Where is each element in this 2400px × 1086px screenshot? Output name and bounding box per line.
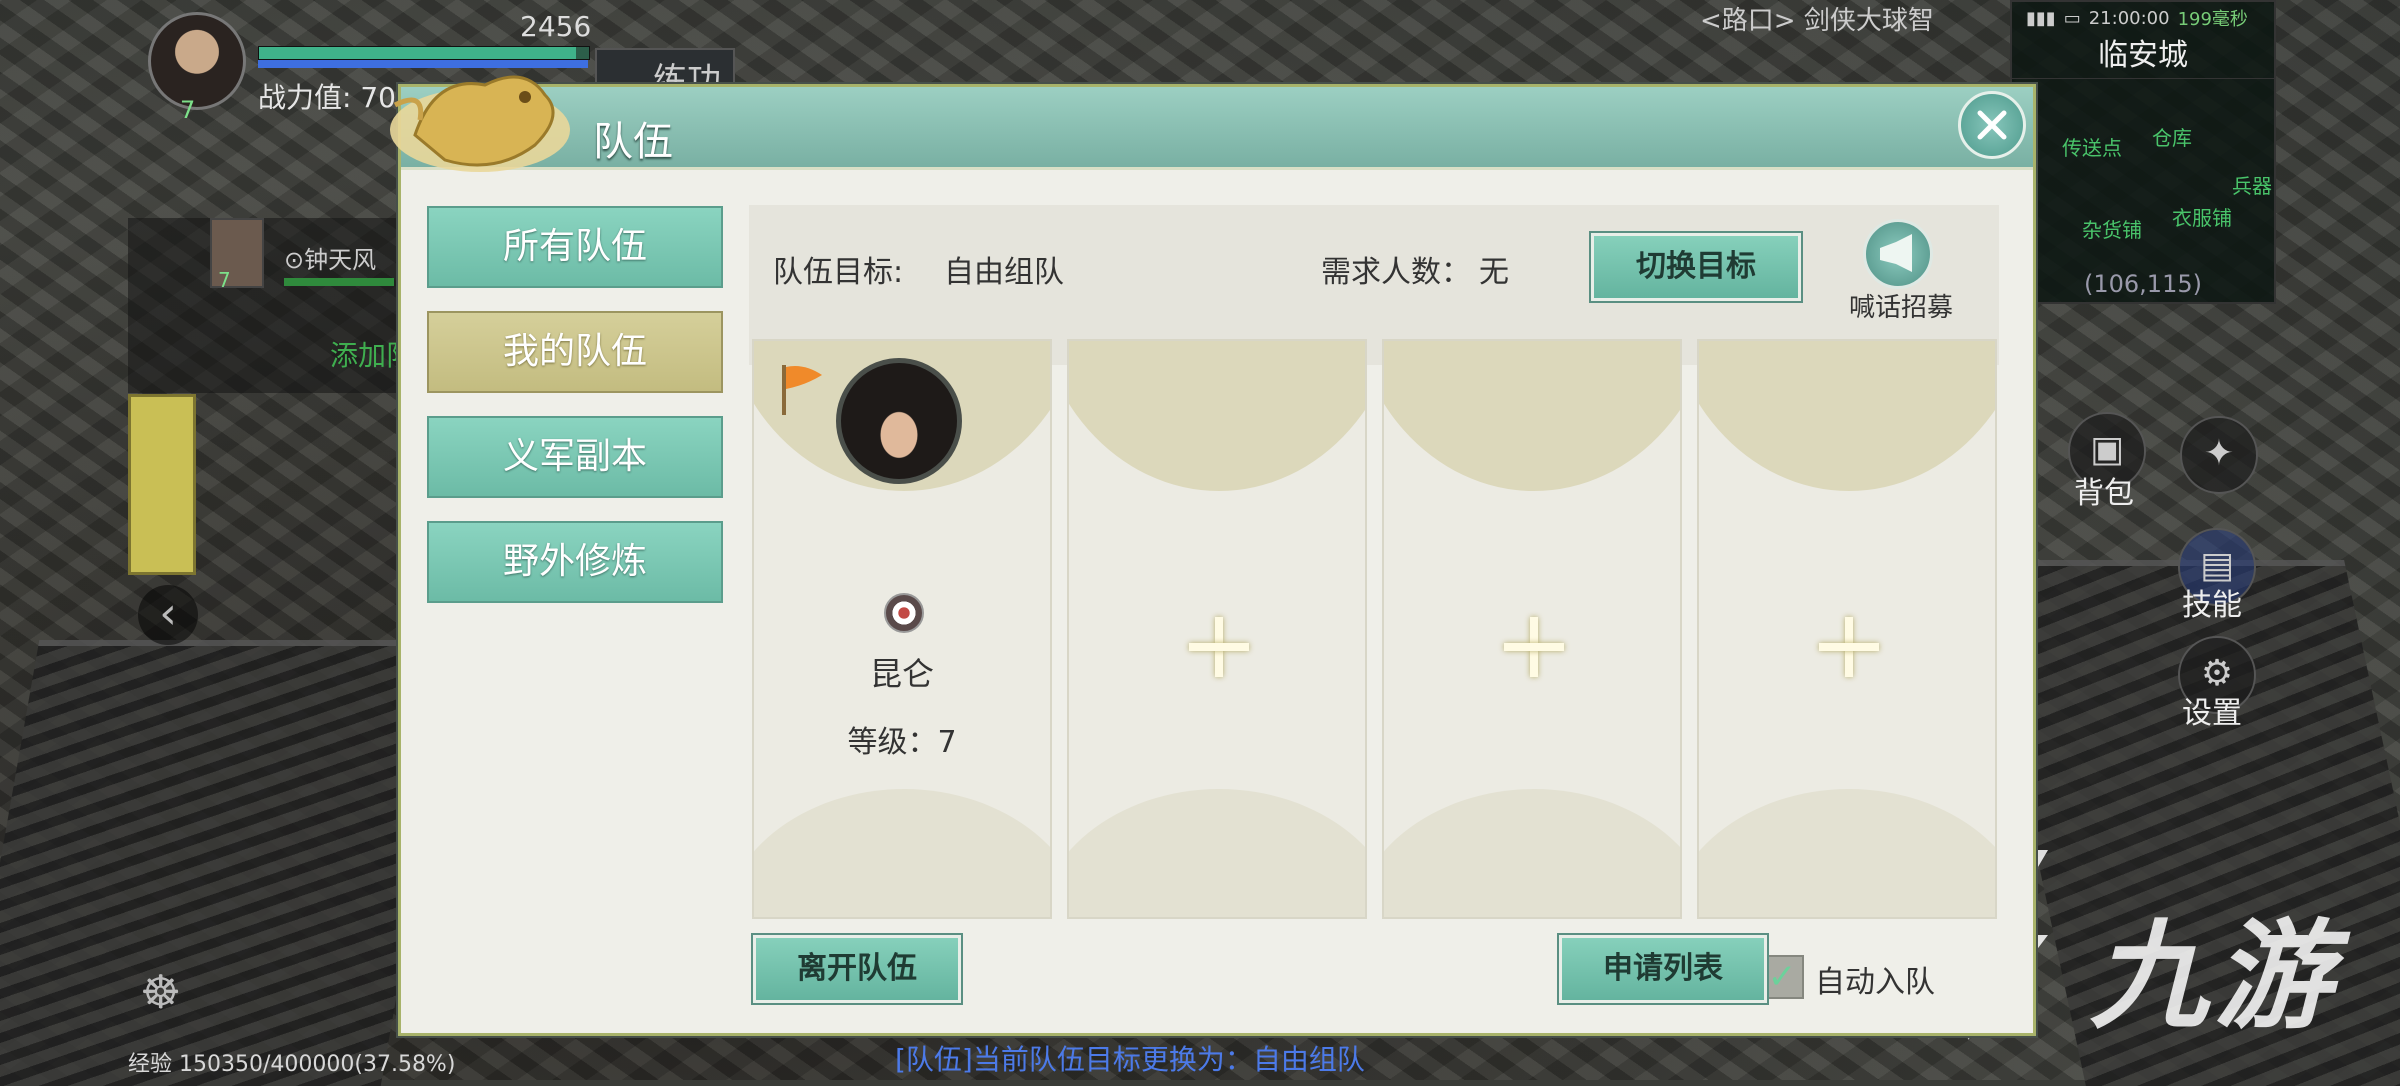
slot-decoration	[1384, 789, 1680, 917]
slot-decoration	[1699, 789, 1995, 917]
shout-recruit-label[interactable]: 喊话招募	[1849, 287, 1953, 324]
map-label: 兵器	[2232, 174, 2272, 198]
map-coordinates: (106,115)	[2084, 270, 2202, 298]
plus-icon[interactable]	[1179, 607, 1259, 687]
member-level: 等级：7	[847, 725, 957, 760]
dialog-title-bar: 队伍	[401, 87, 2033, 170]
latency: 199毫秒	[2177, 9, 2248, 30]
leader-flag-icon	[782, 365, 822, 415]
player-level: 7	[180, 96, 196, 124]
tab-dungeon[interactable]: 义军副本	[427, 416, 723, 498]
qilin-emblem-icon	[390, 75, 570, 172]
plus-icon[interactable]	[1809, 607, 1889, 687]
member-school: 昆仑	[869, 655, 934, 693]
switch-target-button[interactable]: 切换目标	[1591, 233, 1801, 301]
megaphone-icon[interactable]	[1863, 219, 1933, 289]
experience-text: 经验 150350/400000(37.58%)	[128, 1052, 456, 1077]
dialog-title: 队伍	[593, 119, 673, 165]
map-label: 衣服铺	[2172, 206, 2232, 230]
team-dialog: 队伍 所有队伍 我的队伍 义军副本 野外修炼 队伍目标: 自由组队 需求人数： …	[390, 75, 2036, 1036]
tab-all-teams[interactable]: 所有队伍	[427, 206, 723, 288]
bag-label: 背包	[2074, 476, 2134, 511]
tab-field-training[interactable]: 野外修炼	[427, 521, 723, 603]
tab-my-team[interactable]: 我的队伍	[427, 311, 723, 393]
need-label: 需求人数：	[1321, 255, 1471, 290]
map-label: 仓库	[2152, 126, 2192, 150]
goal-label: 队伍目标:	[773, 255, 904, 290]
battery-icon: ▭	[2063, 7, 2081, 29]
roof-decoration	[0, 640, 460, 1086]
leave-team-button[interactable]: 离开队伍	[753, 935, 961, 1003]
close-button[interactable]	[1958, 91, 2026, 159]
kunlun-school-icon	[884, 593, 924, 633]
top-location-text: <路口> 剑侠大球智	[1700, 6, 1934, 36]
auto-join-label[interactable]: 自动入队	[1815, 957, 1935, 1001]
megaphone-glyph	[1880, 234, 1912, 272]
team-member-name: ⊙钟天风	[284, 246, 377, 274]
side-collapse-tab[interactable]	[128, 394, 196, 575]
need-value: 无	[1479, 255, 1509, 290]
watermark-text: 九游	[2090, 907, 2339, 1045]
slot-decoration	[1384, 341, 1680, 491]
member-slot-leader[interactable]: 昆仑 等级：7	[752, 339, 1052, 919]
slot-decoration	[1069, 341, 1365, 491]
dpad-icon[interactable]: ✦	[2180, 416, 2258, 494]
status-bar: ▮▮▮ ▭ 21:00:00 199毫秒	[2012, 2, 2274, 34]
member-slot-empty[interactable]	[1697, 339, 1997, 919]
close-icon	[1977, 110, 2007, 140]
map-label: 传送点	[2062, 136, 2122, 160]
player-avatar[interactable]	[148, 12, 246, 110]
signal-icon: ▮▮▮	[2026, 7, 2056, 29]
map-name: 临安城	[2012, 34, 2274, 79]
team-member-hp-bar	[284, 278, 394, 286]
slot-decoration	[1069, 789, 1365, 917]
system-message: [队伍]当前队伍目标更换为：自由组队	[895, 1043, 1365, 1076]
settings-label: 设置	[2182, 696, 2242, 731]
slot-decoration	[1699, 341, 1995, 491]
map-label: 杂货铺	[2082, 218, 2142, 242]
skill-label: 技能	[2182, 588, 2242, 623]
team-sidebar: 所有队伍 我的队伍 义军副本 野外修炼	[401, 170, 731, 1033]
minimap[interactable]: ▮▮▮ ▭ 21:00:00 199毫秒 临安城 衣服铺 杂货铺 兵器 仓库 传…	[2010, 0, 2276, 304]
slot-decoration	[754, 789, 1050, 917]
goal-value: 自由组队	[944, 255, 1064, 290]
clock: 21:00:00	[2088, 7, 2170, 29]
meditate-icon[interactable]: ☸	[140, 965, 200, 1029]
plus-icon[interactable]	[1494, 607, 1574, 687]
chevron-left-icon[interactable]: ‹	[138, 585, 198, 645]
apply-list-button[interactable]: 申请列表	[1559, 935, 1767, 1003]
member-portrait[interactable]	[836, 358, 962, 484]
member-slot-empty[interactable]	[1067, 339, 1367, 919]
team-member-level: 7	[218, 268, 231, 292]
member-slot-empty[interactable]	[1382, 339, 1682, 919]
